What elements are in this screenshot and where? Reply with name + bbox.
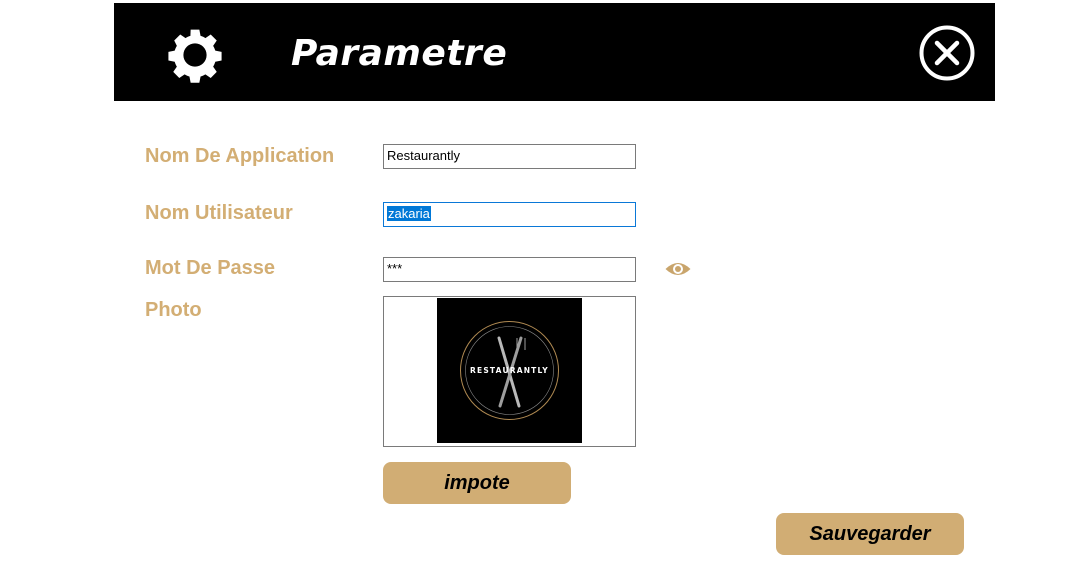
photo-preview[interactable]: RESTAURANTLY: [383, 296, 636, 447]
close-icon[interactable]: [918, 24, 976, 82]
username-value: zakaria: [387, 206, 431, 221]
app-name-input[interactable]: Restaurantly: [383, 144, 636, 169]
window-header: [114, 3, 995, 101]
username-input[interactable]: zakaria: [383, 202, 636, 227]
save-button[interactable]: Sauvegarder: [776, 513, 964, 555]
password-label: Mot De Passe: [145, 257, 276, 279]
logo-text: RESTAURANTLY: [470, 366, 549, 375]
username-label: Nom Utilisateur: [145, 202, 293, 224]
restaurant-logo: RESTAURANTLY: [437, 298, 582, 443]
app-name-label: Nom De Application: [145, 145, 335, 167]
password-input[interactable]: ***: [383, 257, 636, 282]
eye-icon[interactable]: [664, 260, 692, 278]
page-title: Parametre: [291, 33, 508, 74]
gear-icon: [168, 29, 222, 83]
photo-label: Photo: [145, 299, 202, 321]
import-button[interactable]: impote: [383, 462, 571, 504]
